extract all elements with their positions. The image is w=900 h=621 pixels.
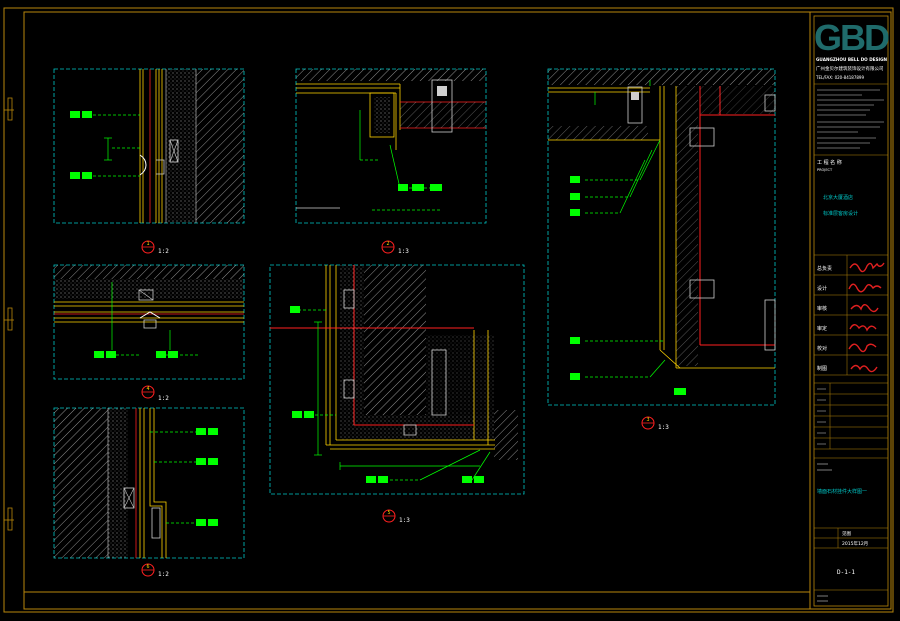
sig-label-1: 总负责 <box>817 265 832 272</box>
detail-6-scale: 1:2 <box>158 571 169 578</box>
viewport-3 <box>547 68 776 406</box>
title-block: GBD GUANGZHOU BELL DO DESIGN 广州金贝尔建筑装饰设计… <box>813 15 891 607</box>
revision-table <box>814 382 888 450</box>
project-name-1: 北京大厦酒店 <box>823 194 853 201</box>
sig-label-3: 审核 <box>817 305 827 312</box>
sig-label-5: 校对 <box>817 345 827 352</box>
detail-2: 2 1:3 <box>295 68 487 255</box>
left-margin-marks <box>4 97 14 531</box>
detail-3-scale: 1:3 <box>658 424 669 431</box>
firm-name-cn: 广州金贝尔建筑装饰设计有限公司 <box>816 65 884 72</box>
project-name-2: 标准层客房设计 <box>823 210 858 217</box>
detail-5-number: 5 <box>387 510 390 516</box>
detail-3-number: 3 <box>646 417 649 423</box>
signature-table: 总负责 设计 审核 审定 校对 制图 <box>814 255 888 376</box>
detail-4-number: 4 <box>146 386 149 392</box>
sig-label-4: 审定 <box>817 325 827 332</box>
drawing-number: D-1-1 <box>837 569 855 576</box>
project-label: 工 程 名 称 <box>817 159 842 166</box>
project-label-en: PROJECT <box>817 168 833 172</box>
detail-1-scale: 1:2 <box>158 248 169 255</box>
drawing-title: 墙面石材挂件大样图一 <box>817 488 867 495</box>
sig-label-6: 制图 <box>817 365 827 372</box>
detail-6-number: 6 <box>146 564 149 570</box>
sig-label-2: 设计 <box>817 285 827 292</box>
detail-2-scale: 1:3 <box>398 248 409 255</box>
firm-tel: TEL/FAX: 020-84187899 <box>815 75 864 80</box>
viewport-2 <box>295 68 487 224</box>
detail-3: 3 1:3 <box>547 68 776 431</box>
detail-6: 6 1:2 <box>53 407 245 578</box>
firm-address-lines <box>817 89 884 149</box>
detail-4: 4 1:2 <box>53 264 245 402</box>
detail-1-number: 1 <box>146 241 149 247</box>
firm-name-en: GUANGZHOU BELL DO DESIGN <box>816 57 888 62</box>
signature-strokes <box>848 262 885 373</box>
firm-logo: GBD <box>814 17 889 58</box>
detail-4-scale: 1:2 <box>158 395 169 402</box>
detail-5-scale: 1:3 <box>399 517 410 524</box>
drawing-date: 2015年12月 <box>842 540 868 547</box>
cad-drawing-sheet: GBD GUANGZHOU BELL DO DESIGN 广州金贝尔建筑装饰设计… <box>3 7 894 613</box>
drawing-scale: 见图 <box>842 531 851 537</box>
detail-5: 5 1:3 <box>269 264 525 524</box>
detail-2-number: 2 <box>386 241 389 247</box>
detail-1: 1 1:2 <box>53 68 245 255</box>
